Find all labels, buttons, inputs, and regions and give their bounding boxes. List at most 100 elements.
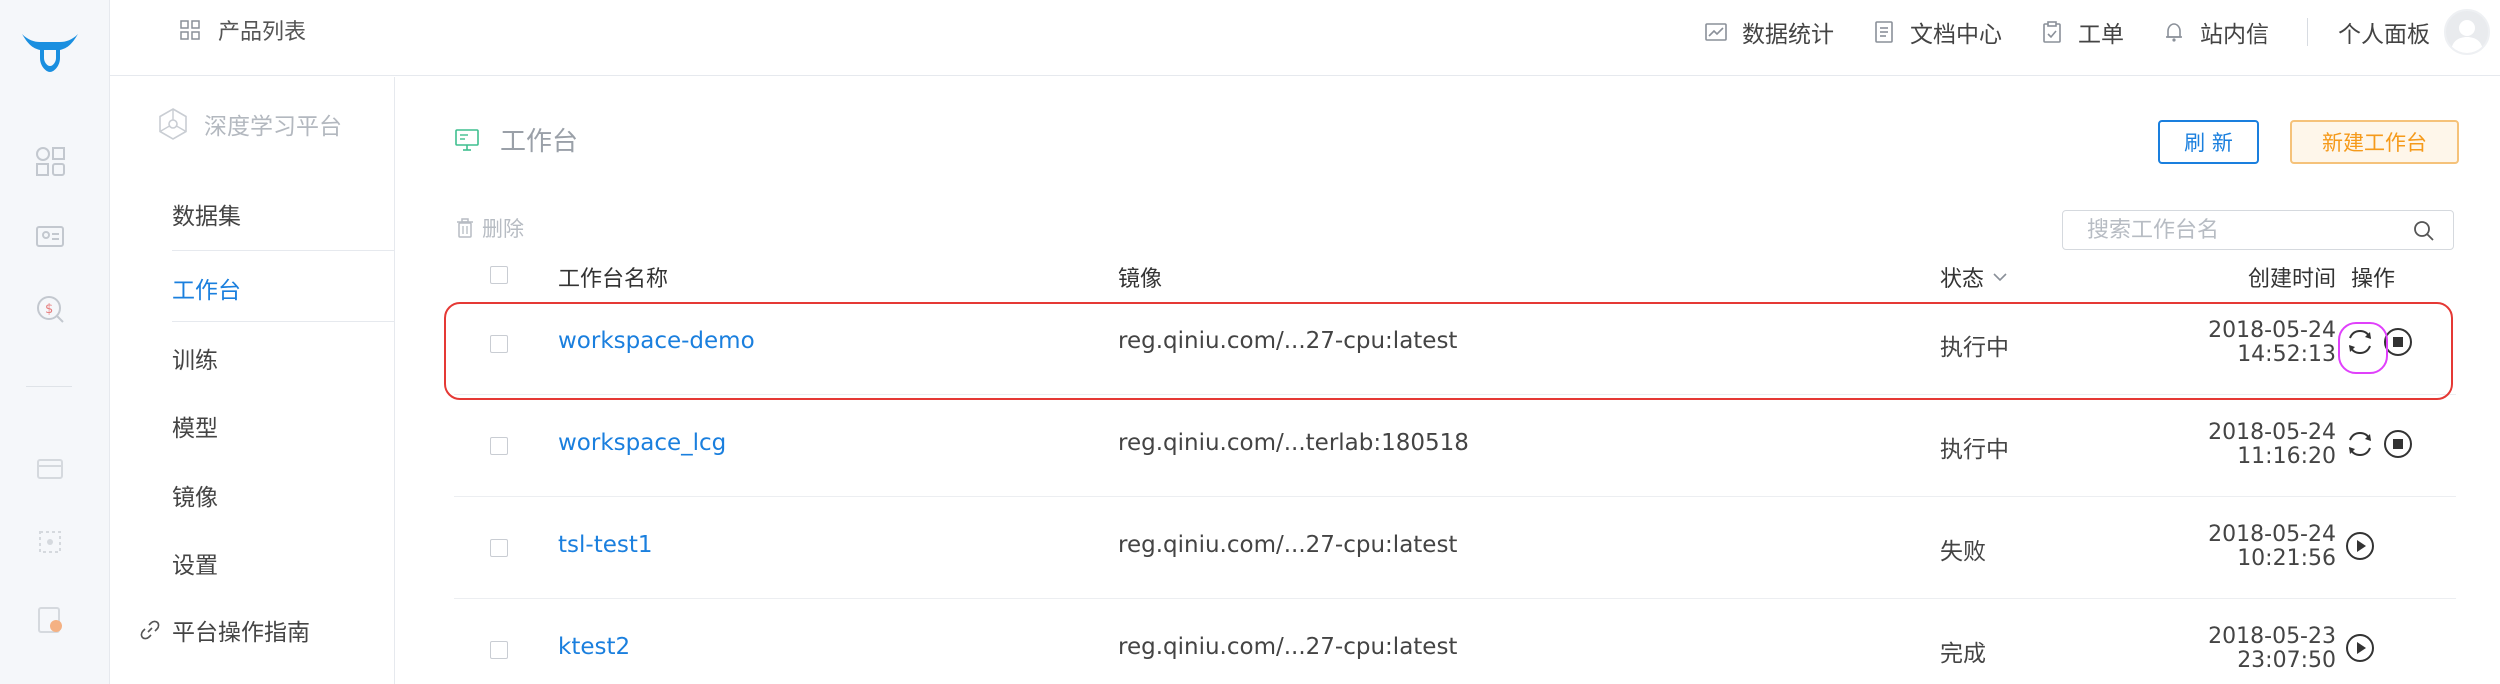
products-icon[interactable] bbox=[34, 145, 66, 177]
created-time-cell: 2018-05-24 10:21:56 bbox=[2208, 523, 2336, 571]
sidebar-item-models[interactable]: 模型 bbox=[172, 409, 218, 443]
sidebar-item-settings[interactable]: 设置 bbox=[172, 546, 218, 580]
platform-label: 深度学习平台 bbox=[204, 114, 342, 140]
icon-rail: $ bbox=[0, 0, 110, 684]
logo-icon[interactable] bbox=[18, 28, 82, 78]
created-date: 2018-05-24 bbox=[2208, 522, 2336, 547]
restart-icon[interactable] bbox=[2344, 428, 2376, 460]
stop-icon[interactable] bbox=[2382, 428, 2414, 460]
restart-icon[interactable] bbox=[2344, 326, 2376, 358]
id-card-icon[interactable] bbox=[34, 220, 66, 252]
platform-title: 深度学习平台 bbox=[156, 107, 342, 141]
top-bar: 产品列表 数据统计 文档中心 工单 站内信 个人面板 bbox=[110, 0, 2500, 76]
network-hexagon-icon bbox=[159, 108, 187, 140]
sidebar-divider bbox=[172, 250, 395, 251]
sidebar-item-images[interactable]: 镜像 bbox=[172, 478, 218, 512]
bell-icon bbox=[2166, 23, 2182, 42]
nav-tickets[interactable]: 工单 bbox=[2040, 15, 2124, 49]
nav-data-stats[interactable]: 数据统计 bbox=[1704, 15, 1834, 49]
monitor-icon bbox=[455, 128, 479, 151]
avatar[interactable] bbox=[2444, 9, 2490, 55]
row-actions bbox=[2344, 326, 2414, 358]
table-row: tsl-test1 reg.qiniu.com/...27-cpu:latest… bbox=[454, 497, 2456, 599]
new-workspace-button[interactable]: 新建工作台 bbox=[2290, 120, 2459, 164]
user-avatar-icon bbox=[2451, 20, 2483, 53]
delete-button[interactable]: 删除 bbox=[456, 213, 524, 243]
nav-divider bbox=[2307, 18, 2308, 46]
delete-label: 删除 bbox=[482, 217, 524, 241]
nav-label: 数据统计 bbox=[1742, 22, 1834, 48]
image-cell: reg.qiniu.com/...27-cpu:latest bbox=[1118, 532, 1458, 558]
created-date: 2018-05-23 bbox=[2208, 624, 2336, 649]
nav-label: 站内信 bbox=[2200, 22, 2269, 48]
refresh-button[interactable]: 刷 新 bbox=[2158, 120, 2259, 164]
clipboard-icon bbox=[2043, 21, 2061, 43]
rail-divider bbox=[26, 386, 72, 387]
sidebar-item-datasets[interactable]: 数据集 bbox=[172, 197, 241, 231]
row-checkbox[interactable] bbox=[490, 335, 508, 353]
storage-icon[interactable] bbox=[34, 452, 66, 484]
personal-panel-link[interactable]: 个人面板 bbox=[2338, 15, 2430, 49]
created-time-cell: 2018-05-24 11:16:20 bbox=[2208, 421, 2336, 469]
play-icon[interactable] bbox=[2344, 632, 2376, 664]
report-icon[interactable] bbox=[34, 604, 66, 636]
created-time: 10:21:56 bbox=[2237, 546, 2336, 571]
row-actions bbox=[2344, 632, 2376, 664]
created-time: 11:16:20 bbox=[2237, 444, 2336, 469]
main-content: 工作台 刷 新 新建工作台 删除 工作台名称 镜像 状态 创建时间 操作 wor… bbox=[396, 77, 2500, 684]
col-name: 工作台名称 bbox=[558, 267, 669, 292]
image-cell: reg.qiniu.com/...27-cpu:latest bbox=[1118, 634, 1458, 660]
product-list-button[interactable]: 产品列表 bbox=[180, 14, 306, 46]
page-title-text: 工作台 bbox=[500, 127, 579, 157]
col-created: 创建时间 bbox=[2247, 267, 2336, 292]
top-nav: 数据统计 文档中心 工单 站内信 个人面板 bbox=[1704, 9, 2490, 55]
sidebar-item-guide[interactable]: 平台操作指南 bbox=[140, 613, 310, 647]
grid-icon bbox=[180, 20, 200, 40]
network-icon[interactable] bbox=[34, 526, 66, 558]
col-actions: 操作 bbox=[2351, 267, 2396, 292]
sidebar-item-workspace[interactable]: 工作台 bbox=[172, 271, 241, 305]
chart-icon bbox=[1705, 23, 1727, 41]
status-cell: 失败 bbox=[1940, 539, 1986, 565]
play-icon[interactable] bbox=[2344, 530, 2376, 562]
stop-icon[interactable] bbox=[2382, 326, 2414, 358]
document-icon bbox=[1875, 21, 1893, 43]
table-row: workspace_lcg reg.qiniu.com/...terlab:18… bbox=[454, 395, 2456, 497]
table-row: workspace-demo reg.qiniu.com/...27-cpu:l… bbox=[454, 293, 2456, 395]
search-input[interactable] bbox=[2063, 211, 2383, 249]
select-all-checkbox[interactable] bbox=[490, 266, 508, 284]
chevron-down-icon bbox=[1993, 273, 2007, 282]
nav-messages[interactable]: 站内信 bbox=[2162, 15, 2269, 49]
link-icon bbox=[140, 620, 160, 640]
row-checkbox[interactable] bbox=[490, 539, 508, 557]
created-time-cell: 2018-05-23 23:07:50 bbox=[2208, 625, 2336, 673]
status-cell: 执行中 bbox=[1940, 437, 2009, 463]
svg-text:$: $ bbox=[45, 302, 53, 317]
image-cell: reg.qiniu.com/...terlab:180518 bbox=[1118, 430, 1469, 456]
col-status[interactable]: 状态 bbox=[1940, 261, 2008, 293]
trash-icon bbox=[457, 218, 473, 238]
workspace-name-link[interactable]: ktest2 bbox=[558, 634, 630, 660]
sidebar-divider bbox=[172, 321, 395, 322]
sidebar: 深度学习平台 数据集 工作台 训练 模型 镜像 设置 平台操作指南 bbox=[110, 77, 395, 684]
search-icon[interactable] bbox=[2413, 220, 2435, 246]
workspace-name-link[interactable]: workspace-demo bbox=[558, 328, 755, 354]
status-cell: 完成 bbox=[1940, 641, 1986, 667]
workspace-name-link[interactable]: tsl-test1 bbox=[558, 532, 653, 558]
billing-icon[interactable]: $ bbox=[34, 293, 66, 325]
row-checkbox[interactable] bbox=[490, 641, 508, 659]
row-checkbox[interactable] bbox=[490, 437, 508, 455]
created-time: 23:07:50 bbox=[2237, 648, 2336, 673]
created-date: 2018-05-24 bbox=[2208, 420, 2336, 445]
product-list-label: 产品列表 bbox=[218, 20, 307, 45]
workspace-name-link[interactable]: workspace_lcg bbox=[558, 430, 726, 456]
created-time: 14:52:13 bbox=[2237, 342, 2336, 367]
search-box bbox=[2062, 210, 2454, 250]
sidebar-item-training[interactable]: 训练 bbox=[172, 341, 218, 375]
image-cell: reg.qiniu.com/...27-cpu:latest bbox=[1118, 328, 1458, 354]
table-row: ktest2 reg.qiniu.com/...27-cpu:latest 完成… bbox=[454, 599, 2456, 684]
table-header: 工作台名称 镜像 状态 创建时间 操作 bbox=[454, 257, 2456, 293]
nav-docs[interactable]: 文档中心 bbox=[1872, 15, 2002, 49]
guide-label: 平台操作指南 bbox=[172, 620, 310, 646]
nav-label: 工单 bbox=[2078, 22, 2124, 48]
